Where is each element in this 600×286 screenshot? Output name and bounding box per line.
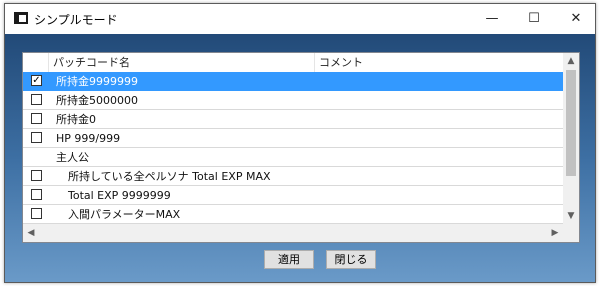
list-item[interactable]: 所持金0 [23, 110, 563, 129]
scroll-right-icon[interactable]: ▶ [547, 224, 563, 242]
row-label: Total EXP 9999999 [68, 189, 171, 202]
scrollbar-corner [563, 224, 579, 242]
minimize-button[interactable]: — [471, 4, 513, 34]
row-label: 入間パラメーターMAX [68, 208, 181, 221]
row-label: 所持金9999999 [56, 75, 138, 88]
close-window-button[interactable]: ✕ [555, 4, 597, 34]
apply-button[interactable]: 適用 [264, 250, 314, 269]
row-checkbox[interactable] [31, 170, 42, 181]
header-check-column[interactable] [23, 53, 49, 72]
row-label: 主人公 [56, 151, 89, 164]
row-checkbox[interactable] [31, 189, 42, 200]
row-checkbox[interactable] [31, 132, 42, 143]
row-label: 所持金0 [56, 113, 96, 126]
vertical-scrollbar[interactable]: ▲ ▼ [563, 53, 579, 224]
list-item[interactable]: HP 999/999 [23, 129, 563, 148]
header-patch-code-name[interactable]: パッチコード名 [49, 53, 315, 72]
client-area: パッチコード名 コメント ✓ 所持金9999999 所持金5000000 所持金0 HP… [5, 34, 595, 282]
list-item[interactable]: 入間パラメーターMAX [23, 205, 563, 224]
app-window-icon [14, 12, 28, 24]
simple-mode-window: シンプルモード — ☐ ✕ パッチコード名 コメント ✓ 所持金9999999 所持… [4, 3, 596, 283]
window-title: シンプルモード [34, 13, 118, 27]
list-item[interactable]: ✓ 所持金9999999 [23, 72, 563, 91]
list-item[interactable]: 主人公 [23, 148, 563, 167]
row-checkbox[interactable] [31, 208, 42, 219]
row-label: 所持金5000000 [56, 94, 138, 107]
scroll-up-icon[interactable]: ▲ [563, 53, 579, 69]
row-label: 所持している全ペルソナ Total EXP MAX [68, 170, 271, 183]
vertical-scroll-thumb[interactable] [566, 70, 576, 176]
scroll-left-icon[interactable]: ◀ [23, 224, 39, 242]
header-comment[interactable]: コメント [315, 53, 563, 72]
scroll-down-icon[interactable]: ▼ [563, 208, 579, 224]
list-item[interactable]: 所持している全ペルソナ Total EXP MAX [23, 167, 563, 186]
row-checkbox[interactable]: ✓ [31, 75, 42, 86]
row-checkbox[interactable] [31, 113, 42, 124]
maximize-button[interactable]: ☐ [513, 4, 555, 34]
row-label: HP 999/999 [56, 132, 121, 145]
list-item[interactable]: 所持金5000000 [23, 91, 563, 110]
horizontal-scrollbar[interactable]: ◀ ▶ [23, 224, 563, 242]
list-rows: ✓ 所持金9999999 所持金5000000 所持金0 HP 999/999 主人公所持… [23, 72, 563, 224]
patch-code-list[interactable]: パッチコード名 コメント ✓ 所持金9999999 所持金5000000 所持金0 HP… [22, 52, 580, 243]
close-button[interactable]: 閉じる [326, 250, 376, 269]
list-header: パッチコード名 コメント [23, 53, 563, 73]
list-item[interactable]: Total EXP 9999999 [23, 186, 563, 205]
title-bar[interactable]: シンプルモード — ☐ ✕ [5, 4, 595, 34]
row-checkbox[interactable] [31, 94, 42, 105]
